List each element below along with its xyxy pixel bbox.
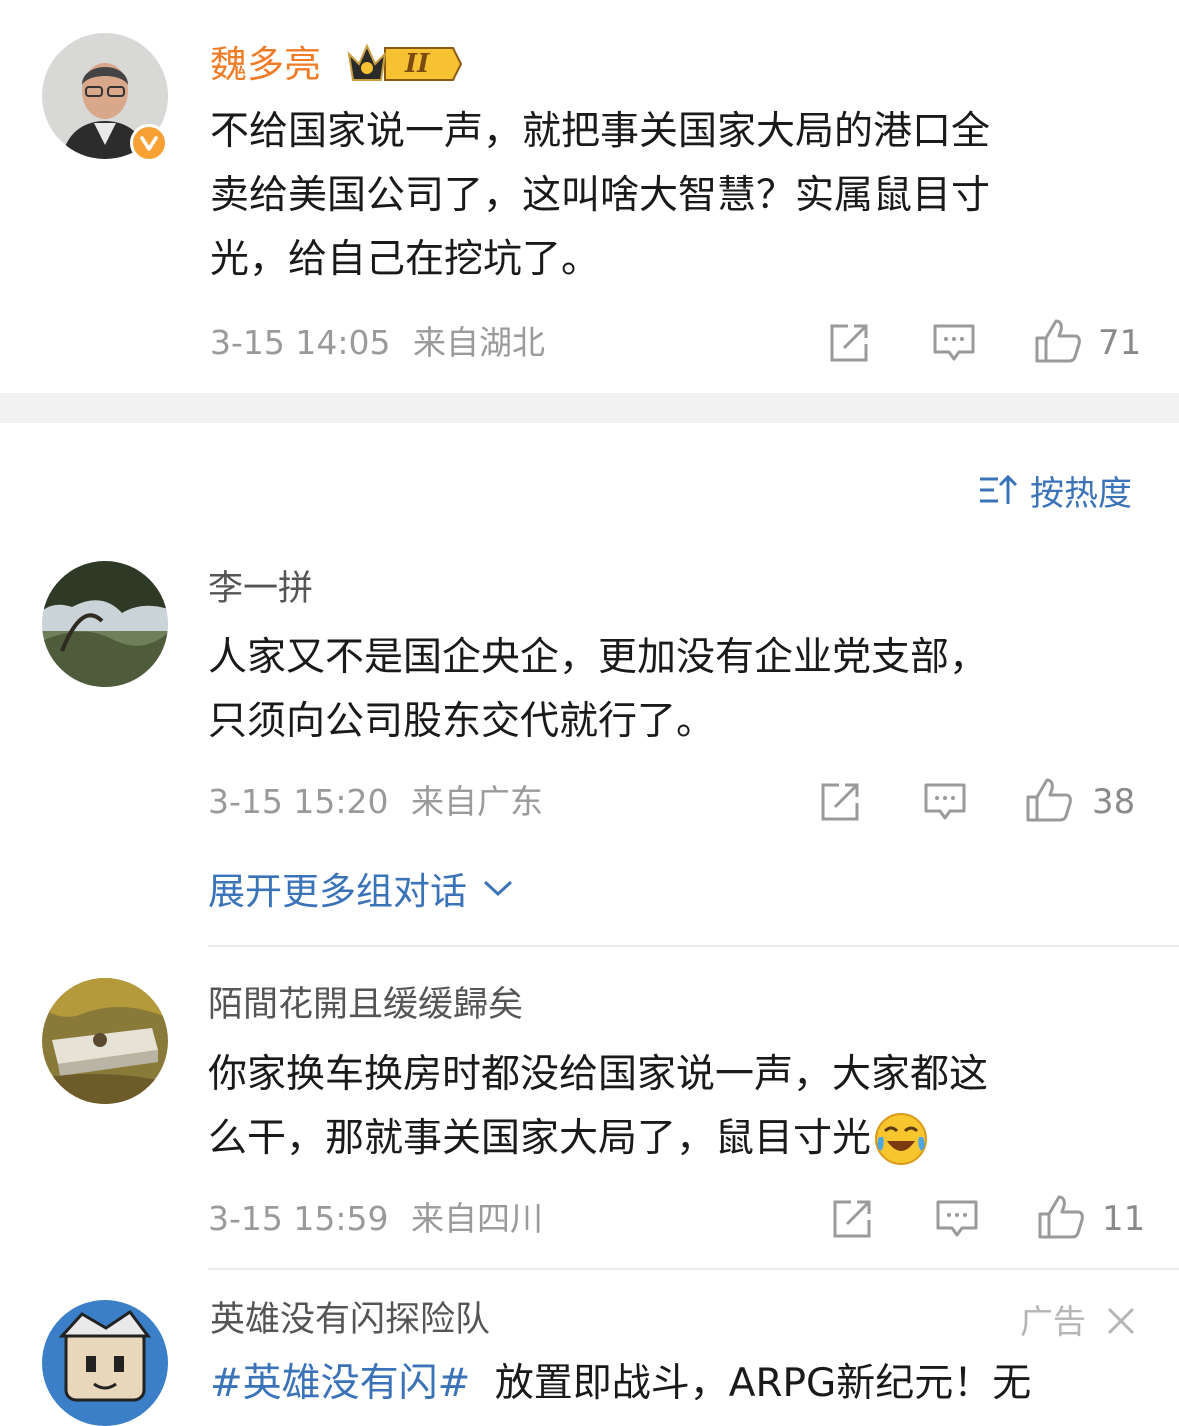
crown-badge-icon: II <box>345 40 463 86</box>
like-icon[interactable] <box>1034 318 1082 368</box>
expand-more-label: 展开更多组对话 <box>208 870 467 913</box>
comment-time: 3-15 15:59 <box>208 1199 389 1238</box>
ad-text: #英雄没有闪# 放置即战斗，ARPG新纪元！无 <box>210 1361 1032 1406</box>
sort-icon <box>978 472 1018 508</box>
expand-more-link[interactable]: 展开更多组对话 <box>208 866 515 913</box>
comment-divider <box>208 1268 1179 1270</box>
ad-label: 广告 <box>1020 1302 1086 1341</box>
comment-author-name[interactable]: 李一拼 <box>208 572 313 607</box>
comment-text: 你家换车换房时都没给国家说一声，大家都这 么干，那就事关国家大局了，鼠目寸光 <box>208 1043 988 1171</box>
share-icon[interactable] <box>828 322 870 368</box>
verified-icon <box>130 124 168 162</box>
share-icon[interactable] <box>819 781 861 827</box>
comment-icon[interactable] <box>935 1198 979 1244</box>
post-text: 不给国家说一声，就把事关国家大局的港口全 卖给美国公司了，这叫啥大智慧？实属鼠目… <box>210 109 991 282</box>
sort-toggle[interactable]: 按热度 <box>978 470 1132 514</box>
comment-location: 来自广东 <box>411 782 543 821</box>
comment-like-count: 38 <box>1092 782 1136 822</box>
comment-meta: 3-15 15:20 来自广东 <box>208 785 543 818</box>
share-icon[interactable] <box>831 1198 873 1244</box>
post-time: 3-15 14:05 <box>210 323 391 362</box>
like-icon[interactable] <box>1037 1194 1085 1244</box>
comment-avatar[interactable] <box>42 978 168 1104</box>
post-location: 来自湖北 <box>413 323 545 362</box>
ad-hashtag[interactable]: #英雄没有闪# <box>210 1361 470 1406</box>
comment-time: 3-15 15:20 <box>208 782 389 821</box>
post-like-count: 71 <box>1098 323 1142 363</box>
laugh-cry-emoji-icon <box>873 1111 929 1167</box>
like-icon[interactable] <box>1025 777 1073 827</box>
comment-like-count: 11 <box>1102 1199 1146 1239</box>
ad-avatar[interactable] <box>42 1300 168 1426</box>
comment-author-name[interactable]: 陌間花開且缓缓歸矣 <box>208 988 523 1023</box>
comment-location: 来自四川 <box>411 1199 543 1238</box>
comment-icon[interactable] <box>932 322 976 368</box>
ad-author-name[interactable]: 英雄没有闪探险队 <box>210 1303 490 1338</box>
chevron-down-icon <box>481 877 515 899</box>
comment-meta: 3-15 15:59 来自四川 <box>208 1202 543 1235</box>
close-icon[interactable] <box>1106 1306 1136 1340</box>
comment-text: 人家又不是国企央企，更加没有企业党支部， 只须向公司股东交代就行了。 <box>208 635 989 744</box>
badge-level: II <box>405 49 430 79</box>
comment-avatar[interactable] <box>42 561 168 687</box>
section-separator <box>0 393 1179 423</box>
comment-divider <box>208 945 1179 947</box>
post-author-name[interactable]: 魏多亮 <box>210 46 321 83</box>
post-meta: 3-15 14:05 来自湖北 <box>210 326 545 359</box>
sort-label: 按热度 <box>1030 473 1132 514</box>
comment-icon[interactable] <box>923 781 967 827</box>
